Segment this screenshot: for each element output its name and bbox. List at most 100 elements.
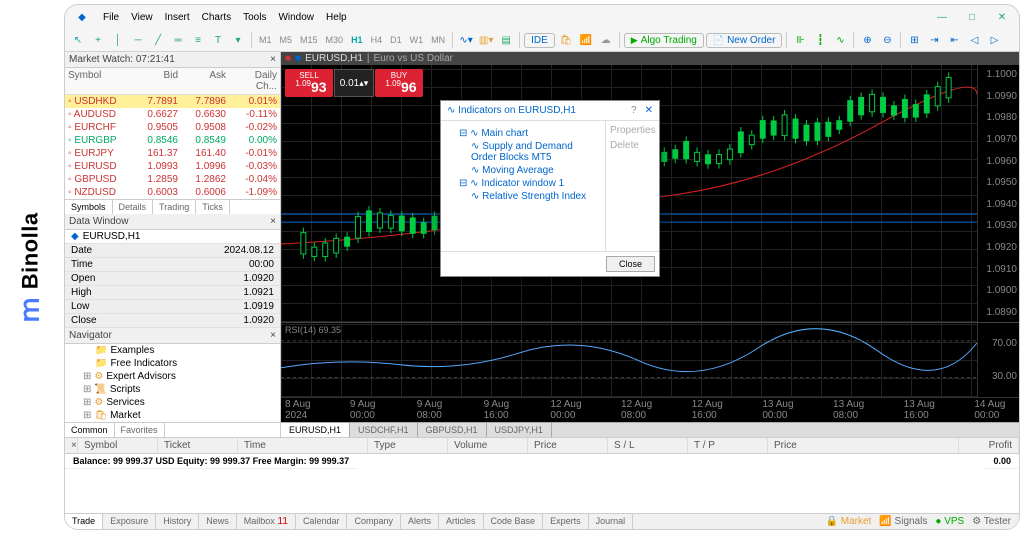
chart-tab-gbpusd[interactable]: GBPUSD,H1 (418, 423, 487, 437)
status-vps[interactable]: ● VPS (935, 516, 964, 527)
trendline-icon[interactable]: ╱ (149, 31, 167, 49)
mw-row-eurjpy[interactable]: ◦ EURJPY161.37161.40-0.01% (65, 147, 280, 160)
tf-h1[interactable]: H1 (348, 34, 366, 46)
autoscroll-icon[interactable]: ⇥ (925, 31, 943, 49)
dialog-delete-button[interactable]: Delete (610, 140, 655, 151)
panel-close-icon[interactable]: × (270, 54, 276, 65)
line-icon[interactable]: ∿ (831, 31, 849, 49)
menu-file[interactable]: File (103, 12, 119, 23)
algo-trading-button[interactable]: ▶ Algo Trading (624, 33, 704, 48)
mw-tab-ticks[interactable]: Ticks (196, 200, 230, 214)
tree-supply-demand[interactable]: ∿ Supply and Demand Order Blocks MT5 (447, 140, 599, 164)
term-tab-code base[interactable]: Code Base (484, 514, 544, 529)
tf-m5[interactable]: M5 (277, 34, 296, 46)
menu-help[interactable]: Help (326, 12, 347, 23)
nav-free-indicators[interactable]: 📁Free Indicators (65, 357, 280, 370)
mw-row-eurusd[interactable]: ◦ EURUSD1.09931.0996-0.03% (65, 160, 280, 173)
term-tab-mailbox[interactable]: Mailbox 11 (237, 514, 296, 529)
panel-close-icon[interactable]: × (270, 216, 276, 227)
dialog-help-icon[interactable]: ? (631, 105, 637, 116)
mw-row-gbpusd[interactable]: ◦ GBPUSD1.28591.2862-0.04% (65, 173, 280, 186)
status-market[interactable]: 🔒 Market (826, 516, 872, 527)
candles-icon[interactable]: ┇ (811, 31, 829, 49)
nav-examples[interactable]: 📁Examples (65, 344, 280, 357)
status-signals[interactable]: 📶 Signals (879, 516, 927, 527)
mw-row-audusd[interactable]: ◦ AUDUSD0.66270.6630-0.11% (65, 108, 280, 121)
term-tab-exposure[interactable]: Exposure (103, 514, 156, 529)
crosshair-icon[interactable]: + (89, 31, 107, 49)
maximize-icon[interactable]: □ (963, 8, 981, 26)
stepfwd-icon[interactable]: ▷ (985, 31, 1003, 49)
objects-icon[interactable]: ▤ (497, 31, 515, 49)
vps-icon[interactable]: ☁ (597, 31, 615, 49)
indicator-icon[interactable]: ∿▾ (457, 31, 475, 49)
chart-tab-usdjpy[interactable]: USDJPY,H1 (487, 423, 552, 437)
new-order-button[interactable]: 📄 New Order (706, 33, 783, 48)
panel-close-icon[interactable]: × (270, 330, 276, 341)
tf-m30[interactable]: M30 (323, 34, 347, 46)
tf-d1[interactable]: D1 (387, 34, 405, 46)
close-icon[interactable]: ✕ (993, 8, 1011, 26)
fibo-icon[interactable]: ≡ (189, 31, 207, 49)
tile-icon[interactable]: ⊞ (905, 31, 923, 49)
term-tab-alerts[interactable]: Alerts (401, 514, 439, 529)
tf-w1[interactable]: W1 (407, 34, 427, 46)
tf-m1[interactable]: M1 (256, 34, 275, 46)
market-icon[interactable]: 🛍 (557, 31, 575, 49)
menu-view[interactable]: View (131, 12, 153, 23)
tree-main-chart[interactable]: ⊟ ∿ Main chart (447, 127, 599, 140)
mw-tab-trading[interactable]: Trading (153, 200, 196, 214)
stepback-icon[interactable]: ◁ (965, 31, 983, 49)
term-tab-journal[interactable]: Journal (589, 514, 634, 529)
hline-icon[interactable]: ─ (129, 31, 147, 49)
zoomin-icon[interactable]: ⊕ (858, 31, 876, 49)
status-tester[interactable]: ⚙ Tester (972, 516, 1011, 527)
channel-icon[interactable]: ═ (169, 31, 187, 49)
term-tab-history[interactable]: History (156, 514, 199, 529)
chart-tab-eurusd[interactable]: EURUSD,H1 (281, 423, 350, 437)
tf-h4[interactable]: H4 (368, 34, 386, 46)
dialog-close-button[interactable]: Close (606, 256, 655, 272)
tree-moving-average[interactable]: ∿ Moving Average (447, 164, 599, 177)
tree-rsi[interactable]: ∿ Relative Strength Index (447, 190, 599, 203)
bars-icon[interactable]: ⊪ (791, 31, 809, 49)
shift-icon[interactable]: ⇤ (945, 31, 963, 49)
menu-tools[interactable]: Tools (243, 12, 266, 23)
dialog-properties-button[interactable]: Properties (610, 125, 655, 136)
term-tab-calendar[interactable]: Calendar (296, 514, 348, 529)
term-tab-news[interactable]: News (199, 514, 237, 529)
mw-tab-symbols[interactable]: Symbols (65, 200, 113, 214)
cursor-icon[interactable]: ↖ (69, 31, 87, 49)
nav-expert-advisors[interactable]: ⊞⚙Expert Advisors (65, 370, 280, 383)
dialog-close-icon[interactable]: ✕ (645, 105, 653, 116)
mw-row-eurgbp[interactable]: ◦ EURGBP0.85460.85490.00% (65, 134, 280, 147)
nav-scripts[interactable]: ⊞📜Scripts (65, 383, 280, 396)
tree-indicator-window[interactable]: ⊟ ∿ Indicator window 1 (447, 177, 599, 190)
menu-window[interactable]: Window (278, 12, 314, 23)
vline-icon[interactable]: │ (109, 31, 127, 49)
zoomout-icon[interactable]: ⊖ (878, 31, 896, 49)
mw-row-nzdusd[interactable]: ◦ NZDUSD0.60030.6006-1.09% (65, 186, 280, 199)
term-tab-experts[interactable]: Experts (543, 514, 589, 529)
shapes-icon[interactable]: ▾ (229, 31, 247, 49)
menu-insert[interactable]: Insert (165, 12, 190, 23)
menu-charts[interactable]: Charts (202, 12, 231, 23)
tf-mn[interactable]: MN (428, 34, 448, 46)
nav-market[interactable]: ⊞🛍Market (65, 409, 280, 422)
template-icon[interactable]: ▥▾ (477, 31, 495, 49)
mw-row-usdhkd[interactable]: ◦ USDHKD7.78917.78960.01% (65, 95, 280, 108)
text-icon[interactable]: T (209, 31, 227, 49)
mw-row-eurchf[interactable]: ◦ EURCHF0.95050.9508-0.02% (65, 121, 280, 134)
nav-tab-favorites[interactable]: Favorites (115, 423, 165, 437)
minimize-icon[interactable]: — (933, 8, 951, 26)
tf-m15[interactable]: M15 (297, 34, 321, 46)
nav-tab-common[interactable]: Common (65, 423, 115, 437)
chart-tab-usdchf[interactable]: USDCHF,H1 (350, 423, 418, 437)
nav-services[interactable]: ⊞⚙Services (65, 396, 280, 409)
mw-tab-details[interactable]: Details (113, 200, 154, 214)
term-tab-trade[interactable]: Trade (65, 514, 103, 529)
ide-button[interactable]: IDE (524, 33, 555, 48)
term-tab-company[interactable]: Company (347, 514, 401, 529)
signals-icon[interactable]: 📶 (577, 31, 595, 49)
term-tab-articles[interactable]: Articles (439, 514, 484, 529)
